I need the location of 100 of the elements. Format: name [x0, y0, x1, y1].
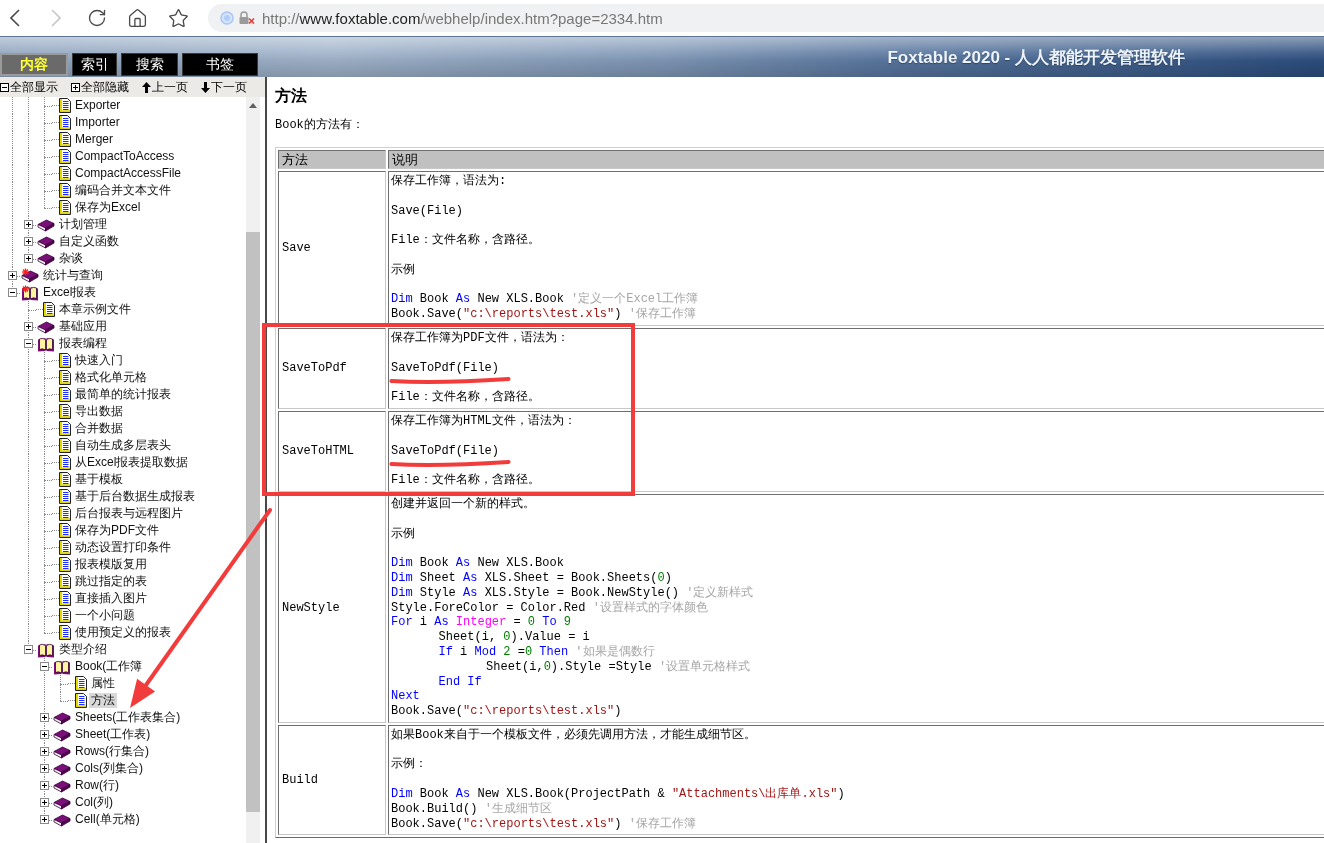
tree-item[interactable]: 自动生成多层表头: [73, 438, 173, 453]
address-bar[interactable]: http://www.foxtable.com/webhelp/index.htm?page=2334.htm: [208, 4, 1324, 32]
insecure-lock-icon[interactable]: [238, 11, 256, 25]
code-line: Dim Book As New XLS.Book '定义一个Excel工作簿: [391, 292, 699, 307]
minus-box-icon: [0, 82, 9, 92]
tree-item[interactable]: 编码合并文本文件: [73, 183, 173, 198]
page-icon: [59, 387, 71, 402]
code-line: Book.Save("c:\reports\test.xls"): [391, 704, 622, 719]
tree-item[interactable]: Col(列): [73, 795, 115, 810]
tree-item[interactable]: Importer: [73, 115, 122, 130]
nav-tab[interactable]: 索引: [72, 53, 117, 76]
expand-box-icon[interactable]: [39, 781, 49, 790]
code-line: Book.Build() '生成细节区: [391, 801, 552, 817]
tree-item[interactable]: 自定义函数: [57, 234, 121, 249]
tree-item[interactable]: Rows(行集合): [73, 744, 151, 759]
tree-item[interactable]: CompactAccessFile: [73, 166, 184, 181]
expand-box-icon[interactable]: [39, 713, 49, 722]
scrollbar-thumb[interactable]: [246, 232, 260, 812]
expand-box-icon[interactable]: [7, 271, 17, 280]
tree-item[interactable]: 基础应用: [57, 319, 109, 334]
tree-item[interactable]: 跳过指定的表: [73, 574, 149, 589]
collapse-box-icon[interactable]: [7, 288, 17, 297]
description-text: 示例: [391, 526, 415, 541]
expand-box-icon[interactable]: [39, 747, 49, 756]
tree-item[interactable]: 从Excel报表提取数据: [73, 455, 191, 470]
tree-item[interactable]: Merger: [73, 132, 115, 147]
tree-item[interactable]: 最简单的统计报表: [73, 387, 173, 402]
tree-item[interactable]: 报表编程: [57, 336, 109, 351]
book-icon: [53, 744, 71, 759]
expand-box-icon[interactable]: [39, 798, 49, 807]
tree-item[interactable]: Sheet(工作表): [73, 727, 153, 742]
expand-box-icon[interactable]: [23, 220, 33, 229]
toolbar-button[interactable]: 全部显示: [0, 78, 58, 96]
expand-box-icon[interactable]: [23, 237, 33, 246]
nav-tab[interactable]: 搜索: [121, 53, 178, 76]
page-icon: [59, 574, 71, 589]
toolbar-button[interactable]: 全部隐藏: [71, 78, 129, 96]
expand-box-icon[interactable]: [39, 815, 49, 824]
book-icon: [37, 217, 55, 232]
method-name: Build: [278, 724, 386, 836]
tree-item[interactable]: Cols(列集合): [73, 761, 145, 776]
nav-tab[interactable]: 内容: [0, 53, 68, 76]
tree-item[interactable]: 类型介绍: [57, 642, 109, 657]
tree-item[interactable]: Exporter: [73, 98, 123, 113]
page-icon: [59, 200, 71, 215]
expand-box-icon[interactable]: [39, 730, 49, 739]
tree-item[interactable]: 保存为Excel: [73, 200, 143, 215]
tree-item[interactable]: Cell(单元格): [73, 812, 142, 827]
tree-item[interactable]: 使用预定义的报表: [73, 625, 173, 640]
page-icon: [59, 421, 71, 436]
tree-item[interactable]: Sheets(工作表集合): [73, 710, 183, 725]
tree-item[interactable]: CompactToAccess: [73, 149, 177, 164]
nav-tab[interactable]: 书签: [182, 53, 258, 76]
tree-item[interactable]: 后台报表与远程图片: [73, 506, 185, 521]
tree-item[interactable]: 杂谈: [57, 251, 85, 266]
description-text: 示例: [391, 262, 415, 277]
tree-item[interactable]: 属性: [89, 676, 117, 691]
tree-item[interactable]: 直接插入图片: [73, 591, 149, 606]
tree-item[interactable]: 动态设置打印条件: [73, 540, 173, 555]
chevron-right-icon: [50, 9, 61, 27]
starred-book-icon: [21, 268, 39, 283]
expand-box-icon[interactable]: [39, 764, 49, 773]
tree-item[interactable]: 报表模版复用: [73, 557, 149, 572]
tree-item[interactable]: 格式化单元格: [73, 370, 149, 385]
tree-item[interactable]: Excel报表: [41, 285, 99, 300]
tree-item[interactable]: Row(行): [73, 778, 121, 793]
toolbar-button[interactable]: 下一页: [201, 78, 247, 96]
arrow-down-icon: [201, 81, 210, 93]
collapse-box-icon[interactable]: [23, 339, 33, 348]
collapse-box-icon[interactable]: [39, 662, 49, 671]
tree-item[interactable]: 导出数据: [73, 404, 125, 419]
description-text: 示例：: [391, 757, 427, 772]
tree-item[interactable]: 基于后台数据生成报表: [73, 489, 197, 504]
tree-item[interactable]: 保存为PDF文件: [73, 523, 161, 538]
page-icon: [59, 540, 71, 555]
column-header: 说明: [388, 150, 1324, 169]
code-line: If i Mod 2 =0 Then '如果是偶数行: [438, 644, 655, 660]
page-icon: [59, 183, 71, 198]
tree-item[interactable]: 本章示例文件: [57, 302, 133, 317]
page-icon: [75, 676, 87, 691]
book-icon: [53, 778, 71, 793]
tree-item[interactable]: 统计与查询: [41, 268, 105, 283]
tree-item[interactable]: 方法: [89, 693, 117, 708]
collapse-box-icon[interactable]: [23, 645, 33, 654]
code-line: For i As Integer = 0 To 9: [391, 615, 572, 631]
scroll-up-icon[interactable]: [249, 103, 257, 108]
expand-box-icon[interactable]: [23, 254, 33, 263]
tree-item[interactable]: Book(工作簿: [73, 659, 145, 674]
tree-item[interactable]: 计划管理: [57, 217, 109, 232]
tree-item[interactable]: 基于模板: [73, 472, 125, 487]
page-icon: [59, 370, 71, 385]
expand-box-icon[interactable]: [23, 322, 33, 331]
book-icon: [53, 795, 71, 810]
arrow-up-icon: [142, 81, 151, 93]
page-icon: [59, 489, 71, 504]
toolbar-button[interactable]: 上一页: [142, 78, 188, 96]
tree-item[interactable]: 一个小问题: [73, 608, 137, 623]
tree-item[interactable]: 合并数据: [73, 421, 125, 436]
tree-item[interactable]: 快速入门: [73, 353, 125, 368]
page-icon: [59, 455, 71, 470]
